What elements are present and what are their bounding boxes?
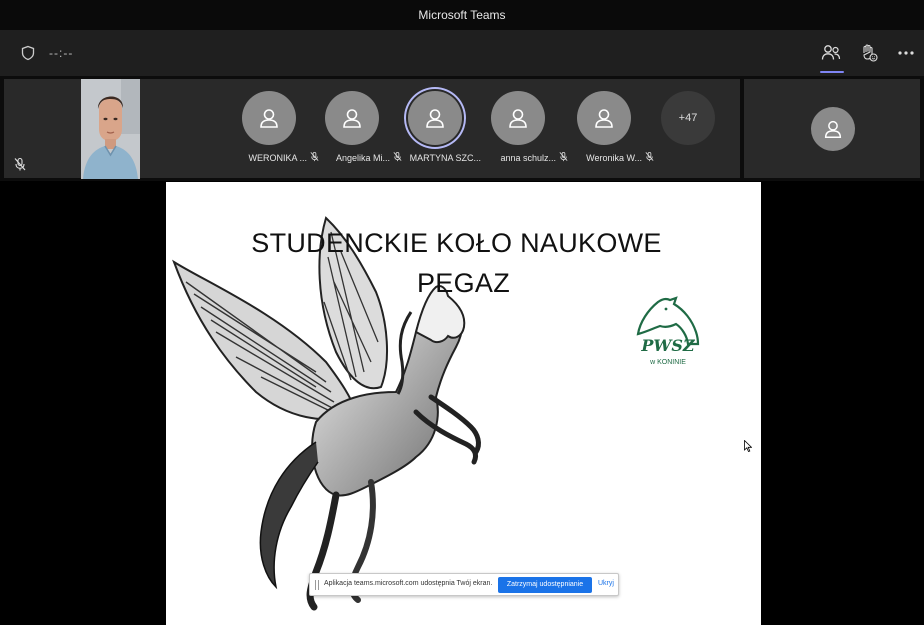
participant-name: Weronika W... [586, 153, 642, 163]
participant-name: anna schulz... [500, 153, 556, 163]
avatar [242, 91, 296, 145]
screen-share-bar: Aplikacja teams.microsoft.com udostępnia… [309, 573, 619, 596]
logo-text: PWSZ [641, 336, 695, 355]
more-icon [898, 51, 914, 55]
mouse-cursor-icon [744, 440, 752, 452]
shared-slide: STUDENCKIE KOŁO NAUKOWE PEGAZ PWSZ w KON… [166, 182, 761, 625]
title-bar: Microsoft Teams [0, 0, 924, 30]
more-options-button[interactable] [893, 40, 919, 66]
drag-handle-icon[interactable] [315, 580, 319, 590]
person-video [81, 79, 140, 179]
avatar [325, 91, 379, 145]
hide-link[interactable]: Ukryj [598, 580, 614, 587]
slide-subtitle: PEGAZ [416, 268, 511, 298]
mic-off-icon [645, 151, 654, 162]
more-participants-button[interactable]: +47 [661, 91, 715, 145]
reactions-button[interactable] [856, 40, 882, 66]
participant-name: WERONIKA ... [248, 153, 307, 163]
participants-button[interactable] [818, 40, 844, 73]
person-icon [595, 109, 613, 128]
meeting-toolbar: --:-- [0, 30, 924, 76]
stop-sharing-button[interactable]: Zatrzymaj udostępnianie [498, 577, 592, 593]
participant-name: Angelika Mi... [335, 153, 390, 163]
person-icon [824, 120, 842, 138]
person-icon [260, 109, 278, 128]
mic-off-icon[interactable] [12, 156, 28, 172]
person-icon [509, 109, 527, 128]
shield-icon[interactable] [20, 45, 36, 61]
person-icon [343, 109, 361, 128]
pwsz-logo: PWSZ w KONINIE [632, 296, 704, 370]
avatar [408, 91, 462, 145]
meeting-timer: --:-- [49, 46, 74, 60]
self-video-tile[interactable] [81, 79, 140, 179]
avatar [491, 91, 545, 145]
raise-hand-icon [863, 44, 878, 62]
avatar [577, 91, 631, 145]
people-icon [821, 45, 841, 60]
avatar[interactable] [811, 107, 855, 151]
person-icon [426, 109, 444, 128]
share-message: Aplikacja teams.microsoft.com udostępnia… [324, 580, 493, 587]
window-title: Microsoft Teams [418, 8, 506, 22]
slide-title: STUDENCKIE KOŁO NAUKOWE [251, 228, 662, 258]
logo-subtext: w KONINIE [650, 359, 686, 366]
